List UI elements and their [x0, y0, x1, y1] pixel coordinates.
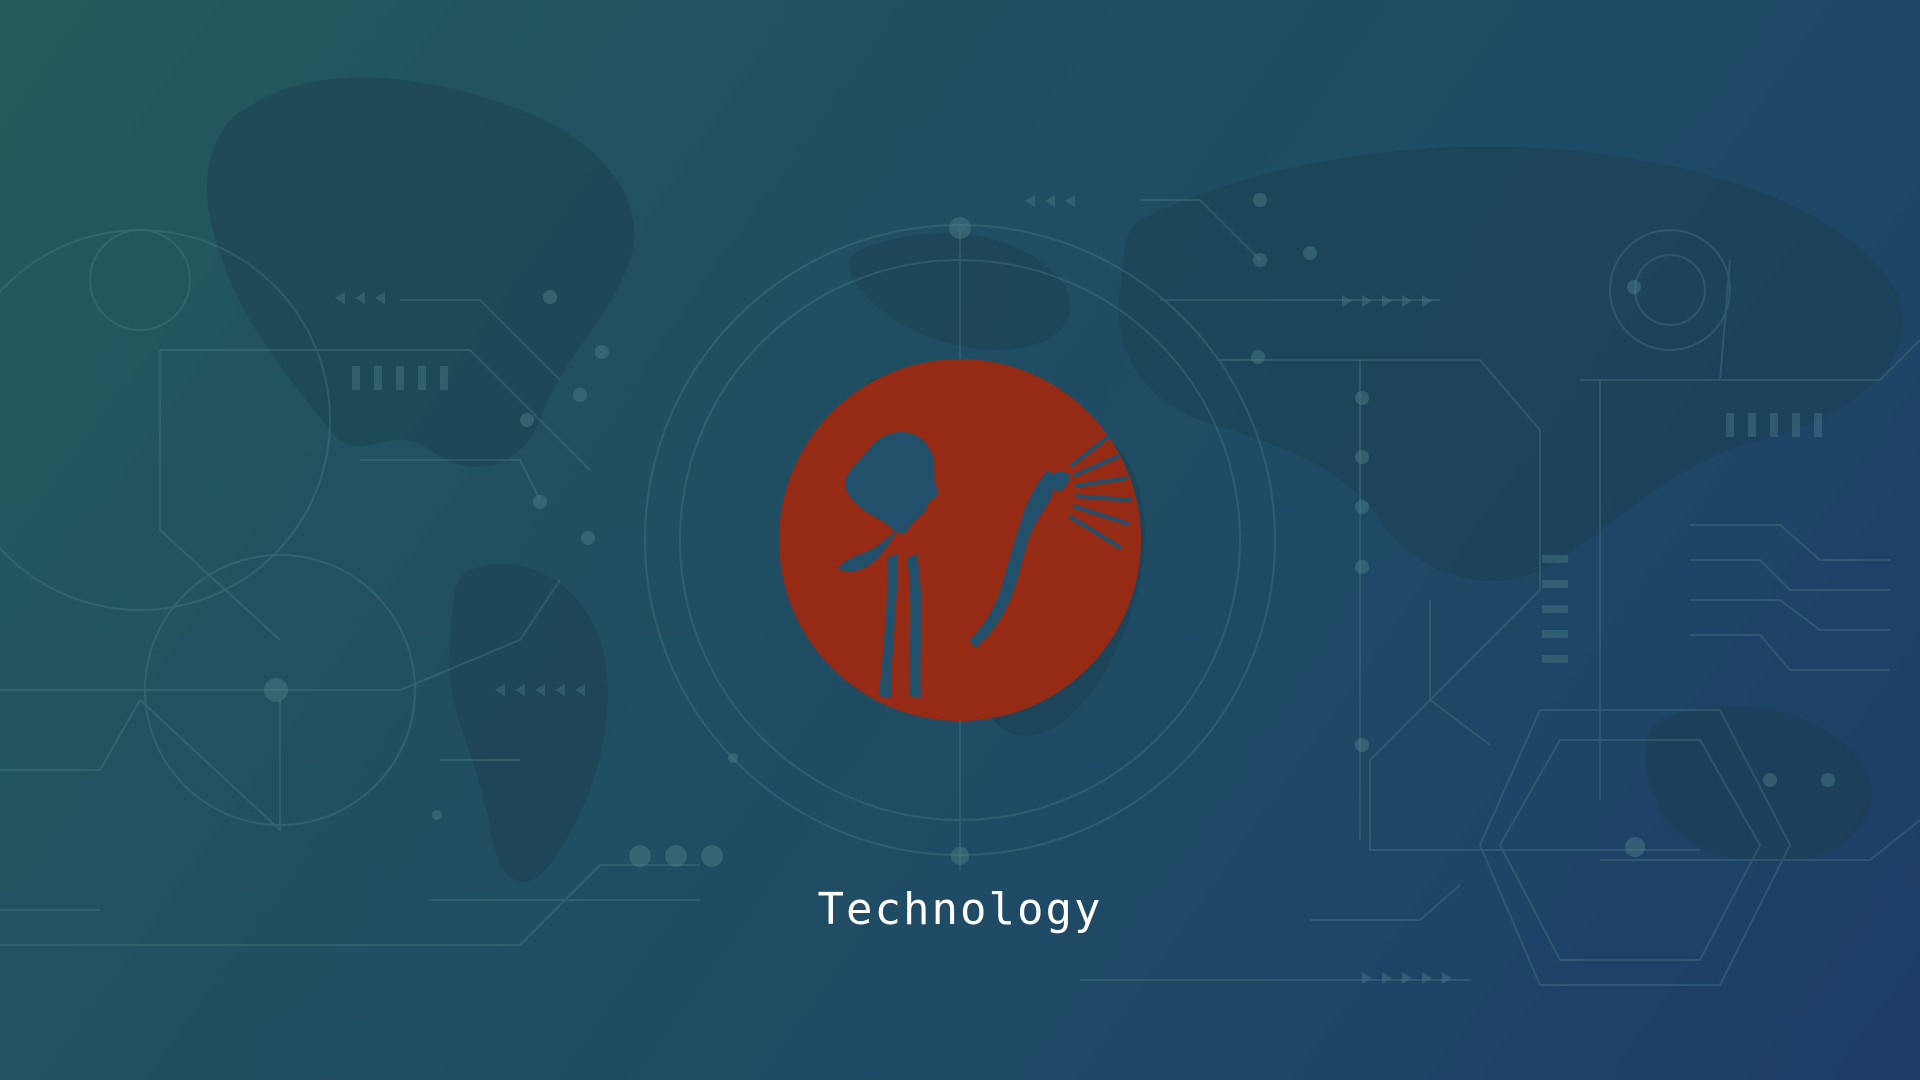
- screen-caption: Technology: [817, 884, 1103, 935]
- figure-holding-light-icon: [779, 359, 1141, 721]
- emblem-disc: [779, 359, 1141, 721]
